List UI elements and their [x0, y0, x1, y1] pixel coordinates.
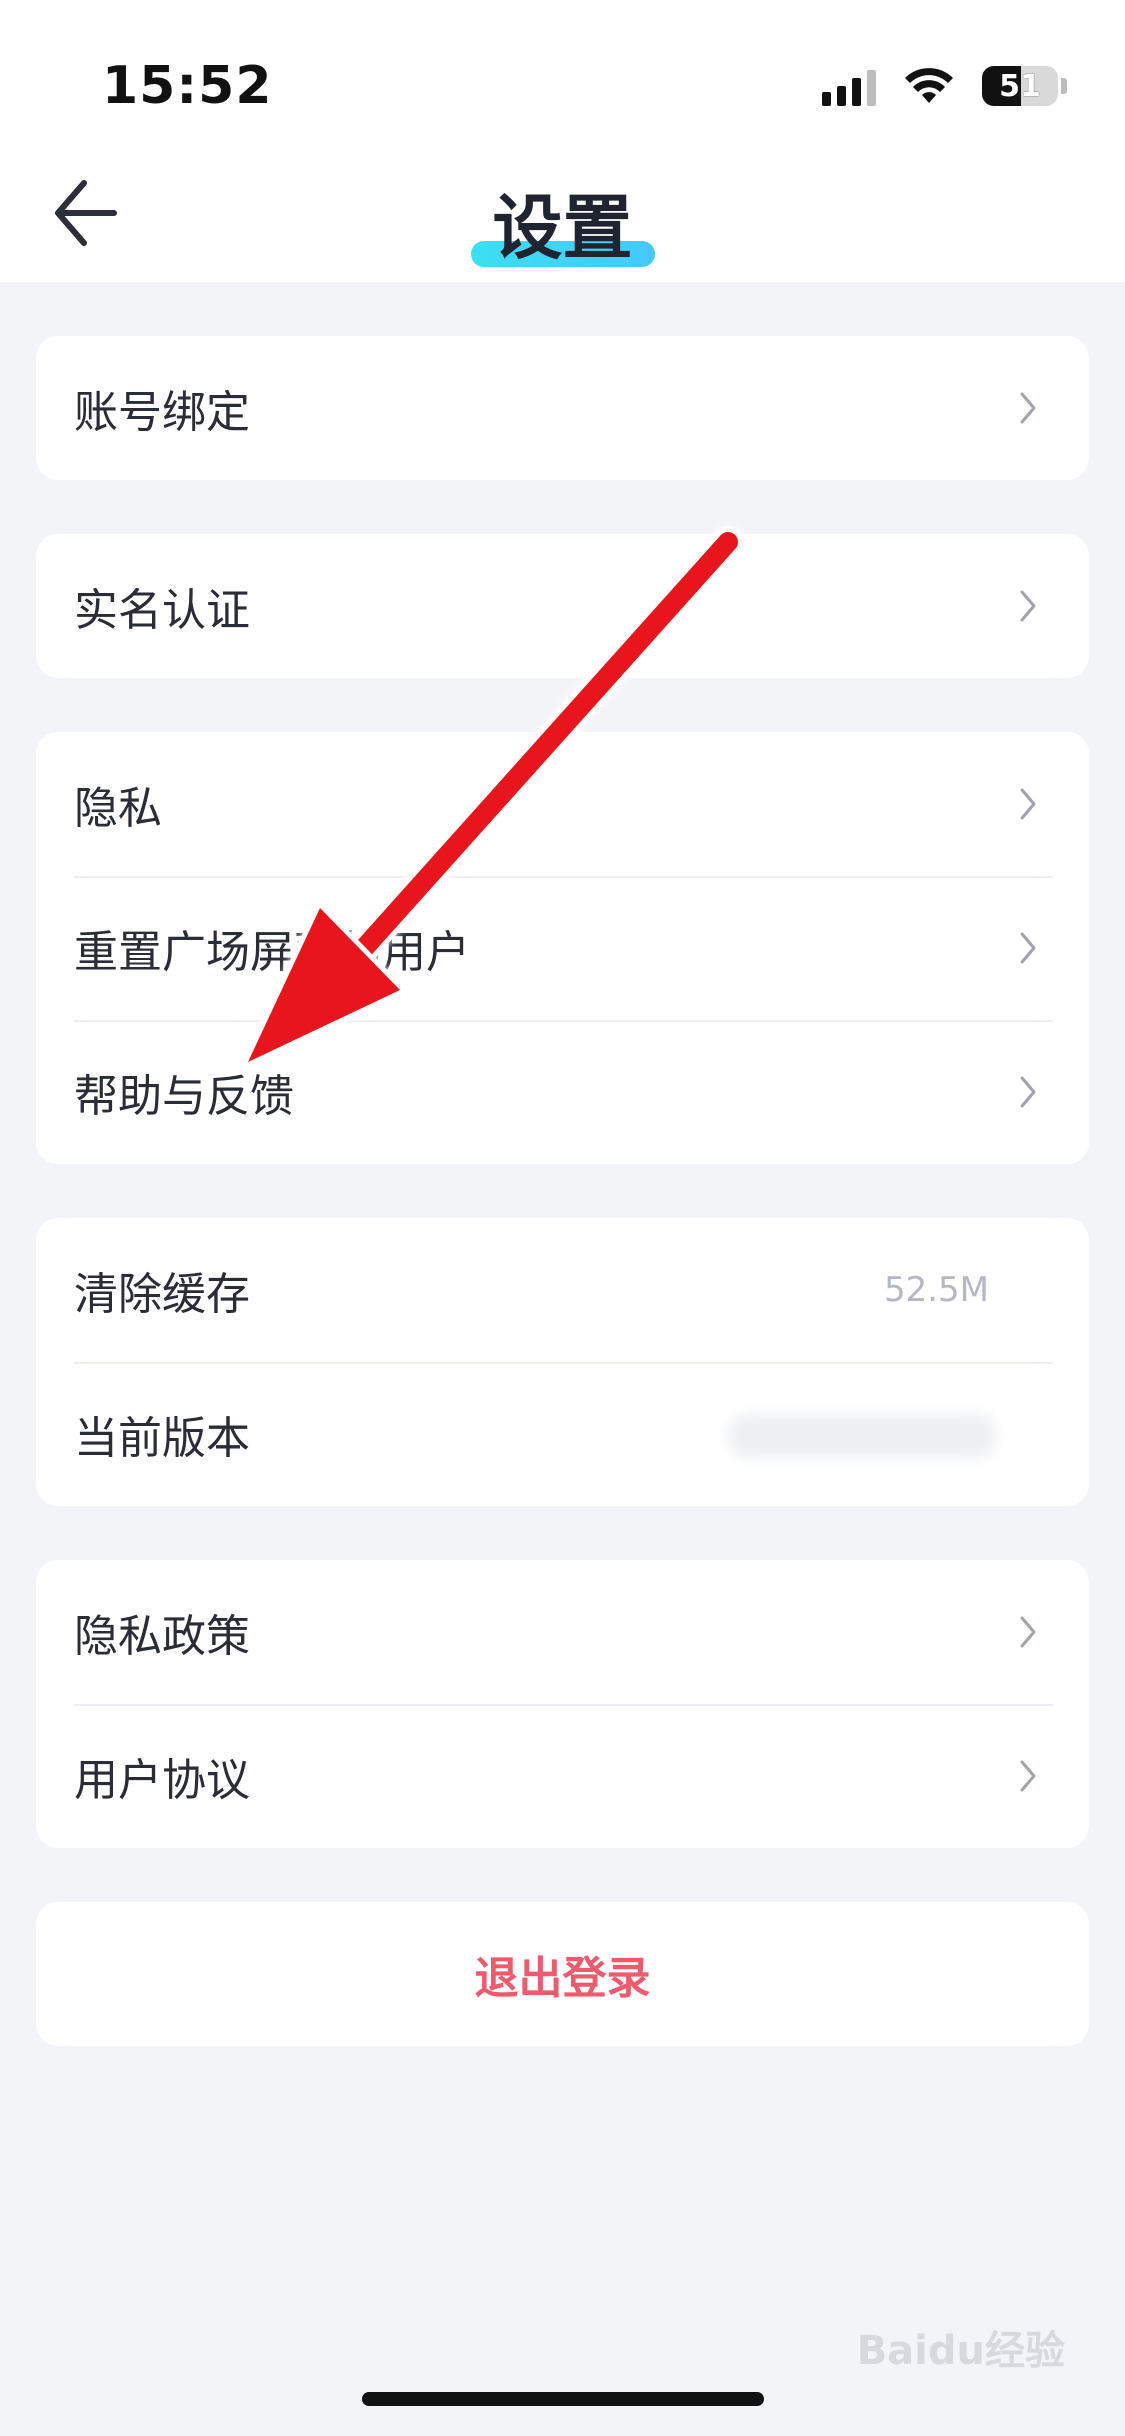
cache-size-value: 52.5M [883, 1270, 989, 1310]
watermark: Baidu经验 [856, 2328, 1065, 2374]
wifi-icon [904, 67, 954, 105]
privacy-row[interactable]: 隐私 [36, 732, 1089, 876]
row-label: 账号绑定 [74, 387, 250, 438]
row-label: 清除缓存 [74, 1269, 250, 1320]
logout-button[interactable]: 退出登录 [36, 1902, 1089, 2046]
row-label: 实名认证 [74, 585, 250, 636]
row-label: 隐私政策 [74, 1611, 250, 1662]
chevron-right-icon [1020, 788, 1036, 820]
logout-group: 退出登录 [36, 1902, 1089, 2046]
row-label: 当前版本 [74, 1413, 250, 1464]
current-version-row: 当前版本 [36, 1362, 1089, 1506]
chevron-right-icon [1020, 590, 1036, 622]
privacy-policy-row[interactable]: 隐私政策 [36, 1560, 1089, 1704]
row-label: 帮助与反馈 [74, 1071, 294, 1122]
battery-level: 51 [999, 68, 1041, 104]
battery-icon: 51 [982, 66, 1058, 106]
storage-group: 清除缓存 52.5M 当前版本 [36, 1218, 1089, 1506]
chevron-right-icon [1020, 1760, 1036, 1792]
chevron-right-icon [1020, 392, 1036, 424]
reset-blocked-users-row[interactable]: 重置广场屏蔽的用户 [36, 876, 1089, 1020]
top-bar: 15:52 51 设置 [0, 0, 1125, 282]
account-binding-row[interactable]: 账号绑定 [36, 336, 1089, 480]
user-agreement-row[interactable]: 用户协议 [36, 1704, 1089, 1848]
row-label: 隐私 [74, 783, 162, 834]
clear-cache-row[interactable]: 清除缓存 52.5M [36, 1218, 1089, 1362]
verification-group: 实名认证 [36, 534, 1089, 678]
account-group: 账号绑定 [36, 336, 1089, 480]
row-label: 重置广场屏蔽的用户 [74, 927, 470, 978]
status-icons: 51 [822, 62, 1067, 110]
page-title: 设置 [470, 172, 655, 273]
cellular-signal-icon [822, 66, 876, 106]
status-time: 15:52 [102, 56, 273, 116]
real-name-verification-row[interactable]: 实名认证 [36, 534, 1089, 678]
chevron-right-icon [1020, 932, 1036, 964]
help-feedback-row[interactable]: 帮助与反馈 [36, 1020, 1089, 1164]
privacy-group: 隐私 重置广场屏蔽的用户 帮助与反馈 [36, 732, 1089, 1164]
chevron-right-icon [1020, 1076, 1036, 1108]
policy-group: 隐私政策 用户协议 [36, 1560, 1089, 1848]
home-indicator[interactable] [362, 2392, 764, 2406]
version-value-redacted [727, 1414, 997, 1458]
chevron-right-icon [1020, 1616, 1036, 1648]
row-label: 用户协议 [74, 1755, 250, 1806]
logout-label: 退出登录 [474, 1953, 651, 2004]
